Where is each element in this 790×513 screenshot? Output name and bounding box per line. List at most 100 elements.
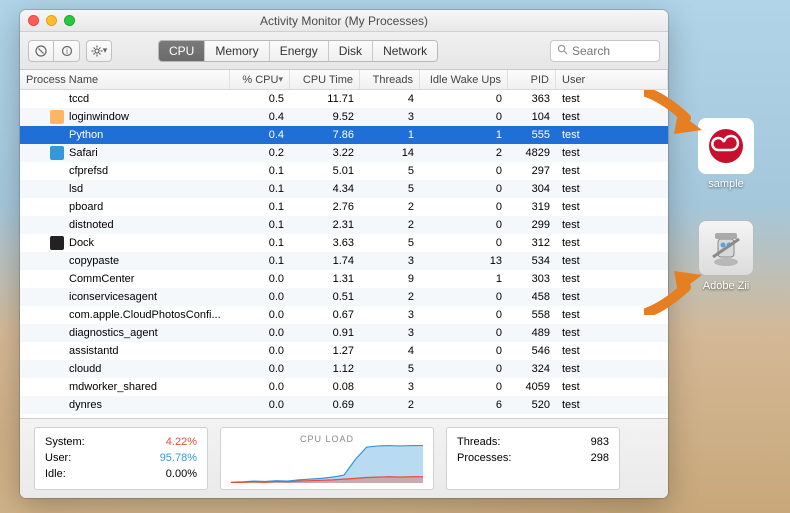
cell-cpu: 0.0 xyxy=(230,363,290,375)
window-title: Activity Monitor (My Processes) xyxy=(260,14,428,28)
col-header-user[interactable]: User xyxy=(556,70,668,89)
creative-cloud-icon xyxy=(698,118,754,174)
gear-menu-button[interactable] xyxy=(86,40,112,62)
cell-threads: 3 xyxy=(360,309,420,321)
tab-segmented-control: CPU Memory Energy Disk Network xyxy=(158,40,438,62)
table-row[interactable]: cloudd0.01.1250324test xyxy=(20,360,668,378)
cell-pid: 363 xyxy=(508,93,556,105)
cell-name: assistantd xyxy=(69,345,119,357)
cell-user: test xyxy=(556,183,668,195)
cell-threads: 2 xyxy=(360,201,420,213)
table-row[interactable]: Dock0.13.6350312test xyxy=(20,234,668,252)
cell-name: distnoted xyxy=(69,219,114,231)
cell-pid: 558 xyxy=(508,309,556,321)
cell-idlewakeups: 0 xyxy=(420,93,508,105)
cell-threads: 3 xyxy=(360,381,420,393)
col-header-threads[interactable]: Threads xyxy=(360,70,420,89)
cell-pid: 520 xyxy=(508,399,556,411)
table-row[interactable]: lsd0.14.3450304test xyxy=(20,180,668,198)
cell-user: test xyxy=(556,129,668,141)
col-header-cputime[interactable]: CPU Time xyxy=(290,70,360,89)
cell-user: test xyxy=(556,381,668,393)
cpu-load-panel: CPU LOAD xyxy=(220,427,434,490)
minimize-icon[interactable] xyxy=(46,15,57,26)
cell-threads: 2 xyxy=(360,219,420,231)
cell-user: test xyxy=(556,291,668,303)
value-threads: 983 xyxy=(591,436,609,448)
cell-threads: 9 xyxy=(360,273,420,285)
value-user: 95.78% xyxy=(160,452,197,464)
tab-energy[interactable]: Energy xyxy=(270,41,329,61)
cell-cputime: 9.52 xyxy=(290,111,360,123)
search-field[interactable] xyxy=(550,40,660,62)
cell-cputime: 1.12 xyxy=(290,363,360,375)
tab-network[interactable]: Network xyxy=(373,41,437,61)
counts-panel: Threads:983 Processes:298 xyxy=(446,427,620,490)
col-header-idlewakeups[interactable]: Idle Wake Ups xyxy=(420,70,508,89)
table-row[interactable]: assistantd0.01.2740546test xyxy=(20,342,668,360)
table-row[interactable]: com.apple.CloudPhotosConfi...0.00.673055… xyxy=(20,306,668,324)
cell-idlewakeups: 6 xyxy=(420,399,508,411)
cell-pid: 546 xyxy=(508,345,556,357)
tab-cpu[interactable]: CPU xyxy=(159,41,205,61)
table-row[interactable]: mdworker_shared0.00.08304059test xyxy=(20,378,668,396)
cell-name: Dock xyxy=(69,237,94,249)
table-row[interactable]: tccd0.511.7140363test xyxy=(20,90,668,108)
cell-user: test xyxy=(556,309,668,321)
cell-idlewakeups: 0 xyxy=(420,201,508,213)
col-header-pid[interactable]: PID xyxy=(508,70,556,89)
cell-threads: 5 xyxy=(360,183,420,195)
gear-icon xyxy=(91,45,103,57)
table-row[interactable]: Safari0.23.221424829test xyxy=(20,144,668,162)
col-header-cpu[interactable]: % CPU xyxy=(230,70,290,89)
table-row[interactable]: loginwindow0.49.5230104test xyxy=(20,108,668,126)
tab-memory[interactable]: Memory xyxy=(205,41,269,61)
cell-user: test xyxy=(556,201,668,213)
cell-threads: 2 xyxy=(360,291,420,303)
table-row[interactable]: copypaste0.11.74313534test xyxy=(20,252,668,270)
stop-process-button[interactable] xyxy=(28,40,54,62)
titlebar[interactable]: Activity Monitor (My Processes) xyxy=(20,10,668,32)
cell-idlewakeups: 0 xyxy=(420,363,508,375)
cpu-stats-panel: System:4.22% User:95.78% Idle:0.00% xyxy=(34,427,208,490)
cell-name: mdworker_shared xyxy=(69,381,157,393)
cell-idlewakeups: 1 xyxy=(420,129,508,141)
table-row[interactable]: dynres0.00.6926520test xyxy=(20,396,668,414)
cell-name: cfprefsd xyxy=(69,165,108,177)
table-row[interactable]: pboard0.12.7620319test xyxy=(20,198,668,216)
cell-user: test xyxy=(556,93,668,105)
cell-pid: 312 xyxy=(508,237,556,249)
cell-idlewakeups: 1 xyxy=(420,273,508,285)
cell-cputime: 0.51 xyxy=(290,291,360,303)
cell-name: iconservicesagent xyxy=(69,291,157,303)
cell-name: lsd xyxy=(69,183,83,195)
search-input[interactable] xyxy=(572,44,653,58)
desktop-item-sample[interactable]: sample xyxy=(690,118,762,190)
table-row[interactable]: Python0.47.8611555test xyxy=(20,126,668,144)
search-icon xyxy=(557,44,568,58)
cell-cputime: 3.22 xyxy=(290,147,360,159)
cell-threads: 14 xyxy=(360,147,420,159)
table-row[interactable]: CommCenter0.01.3191303test xyxy=(20,270,668,288)
cell-user: test xyxy=(556,219,668,231)
cell-cpu: 0.4 xyxy=(230,111,290,123)
table-row[interactable]: iconservicesagent0.00.5120458test xyxy=(20,288,668,306)
cell-cpu: 0.4 xyxy=(230,129,290,141)
cell-name: copypaste xyxy=(69,255,119,267)
inspect-process-button[interactable]: i xyxy=(54,40,80,62)
traffic-lights xyxy=(28,15,75,26)
table-row[interactable]: cfprefsd0.15.0150297test xyxy=(20,162,668,180)
process-icon xyxy=(50,110,64,124)
table-row[interactable]: diagnostics_agent0.00.9130489test xyxy=(20,324,668,342)
close-icon[interactable] xyxy=(28,15,39,26)
desktop-item-adobe-zii[interactable]: Adobe Zii xyxy=(690,220,762,292)
zoom-icon[interactable] xyxy=(64,15,75,26)
process-table[interactable]: tccd0.511.7140363testloginwindow0.49.523… xyxy=(20,90,668,418)
cell-cpu: 0.0 xyxy=(230,273,290,285)
cell-cputime: 2.76 xyxy=(290,201,360,213)
tab-disk[interactable]: Disk xyxy=(329,41,373,61)
cell-name: diagnostics_agent xyxy=(69,327,158,339)
table-row[interactable]: distnoted0.12.3120299test xyxy=(20,216,668,234)
cell-name: Python xyxy=(69,129,103,141)
col-header-name[interactable]: Process Name xyxy=(20,70,230,89)
